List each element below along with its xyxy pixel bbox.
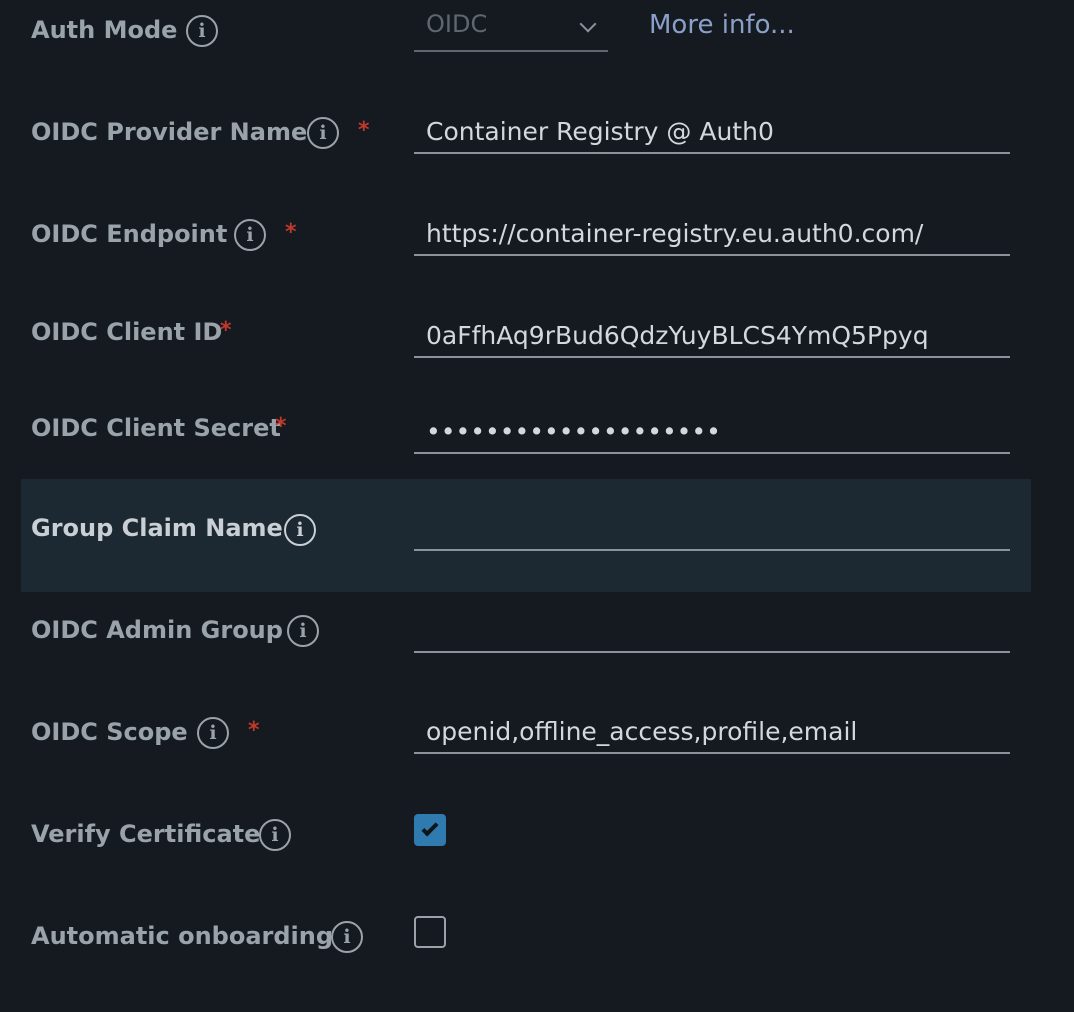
chevron-down-icon [579,15,597,33]
required-marker: * [285,220,297,245]
admin-group-input[interactable] [414,609,1010,653]
endpoint-label: OIDC Endpoint [31,220,228,248]
required-marker: * [275,414,287,439]
scope-label: OIDC Scope [31,718,188,746]
automatic-onboarding-row: Automatic onboarding i [0,894,1074,984]
oidc-auth-form: Auth Mode i OIDC More info... OIDC Provi… [0,0,1074,1012]
automatic-onboarding-checkbox[interactable] [414,916,446,948]
required-marker: * [220,318,232,343]
group-claim-name-row: Group Claim Name i [21,479,1031,592]
group-claim-name-label: Group Claim Name [31,514,283,542]
group-claim-name-input[interactable] [414,507,1010,551]
info-icon[interactable]: i [234,219,266,251]
auth-mode-label: Auth Mode [31,16,178,44]
verify-certificate-row: Verify Certificate i [0,792,1074,882]
admin-group-row: OIDC Admin Group i [0,592,1074,682]
verify-certificate-checkbox[interactable] [414,814,446,846]
provider-name-input[interactable] [414,110,1010,154]
client-id-row: OIDC Client ID * [0,294,1074,384]
client-id-input[interactable] [414,314,1010,358]
automatic-onboarding-label: Automatic onboarding [31,922,334,950]
info-icon[interactable]: i [284,514,316,546]
endpoint-input[interactable] [414,212,1010,256]
info-icon[interactable]: i [307,117,339,149]
scope-input[interactable] [414,710,1010,754]
more-info-link[interactable]: More info... [649,10,795,40]
client-secret-row: OIDC Client Secret * [0,390,1074,480]
provider-name-label: OIDC Provider Name [31,118,308,146]
info-icon[interactable]: i [259,819,291,851]
client-secret-label: OIDC Client Secret [31,414,281,442]
checkmark-icon [421,819,439,837]
info-icon[interactable]: i [331,921,363,953]
info-icon[interactable]: i [287,615,319,647]
verify-certificate-label: Verify Certificate [31,820,261,848]
provider-name-row: OIDC Provider Name i * [0,90,1074,180]
client-id-label: OIDC Client ID [31,318,223,346]
auth-mode-select[interactable]: OIDC [414,4,608,52]
auth-mode-selected-value: OIDC [426,10,488,38]
client-secret-input[interactable] [414,410,1010,454]
required-marker: * [248,718,260,743]
endpoint-row: OIDC Endpoint i * [0,192,1074,282]
required-marker: * [358,118,370,143]
info-icon[interactable]: i [186,15,218,47]
auth-mode-row: Auth Mode i OIDC More info... [0,0,1074,80]
info-icon[interactable]: i [197,717,229,749]
admin-group-label: OIDC Admin Group [31,616,283,644]
scope-row: OIDC Scope i * [0,690,1074,780]
